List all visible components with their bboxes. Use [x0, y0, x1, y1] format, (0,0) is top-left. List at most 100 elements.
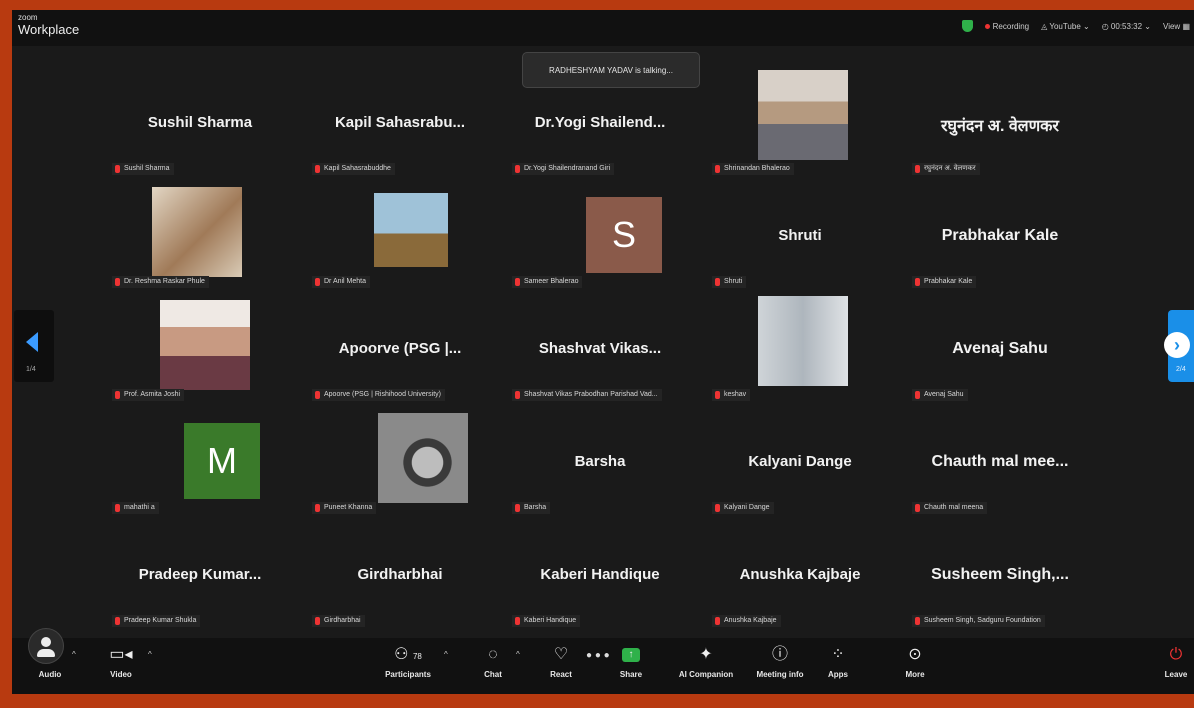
participant-name-label: Prof. Asmita Joshi	[112, 389, 185, 401]
participant-name-label: Chauth mal meena	[912, 502, 988, 514]
participant-tile[interactable]: keshav	[700, 296, 900, 410]
participant-tile[interactable]: Shashvat Vikas... Shashvat Vikas Prabodha…	[500, 298, 700, 410]
shield-icon[interactable]	[961, 20, 973, 32]
more-icon: ⊙	[908, 646, 922, 663]
participant-tile[interactable]: Susheem Singh,... Susheem Singh, Sadguru …	[900, 524, 1100, 636]
participant-photo	[758, 296, 848, 386]
share-button[interactable]: ↑ Share	[616, 644, 646, 679]
participant-name-label: Sushil Sharma	[112, 163, 174, 175]
participant-name-label: Dr Anil Mehta	[312, 276, 371, 288]
next-page-indicator: 2/4	[1176, 366, 1186, 373]
participant-photo	[378, 413, 468, 503]
participant-initial-avatar: S	[586, 197, 662, 273]
participant-tile[interactable]: Prabhakar Kale Prabhakar Kale	[900, 185, 1100, 297]
participant-display-name: Susheem Singh,...	[931, 566, 1069, 583]
heart-icon: ♡	[553, 646, 569, 663]
clock-icon: ◴	[1101, 21, 1111, 31]
participant-display-name: Anushka Kajbaje	[739, 566, 861, 583]
recording-status[interactable]: Recording	[984, 22, 1029, 31]
participant-tile[interactable]: Apoorve (PSG |... Apoorve (PSG | Rishihoo…	[300, 298, 500, 410]
share-icon: ↑	[622, 648, 640, 662]
participant-tile[interactable]: Mmahathi a	[100, 411, 300, 523]
participant-display-name: रघुनंदन अ. वेलणकर	[941, 118, 1059, 135]
top-controls: Recording ◬ YouTube ⌄ ◴ 00:53:32 ⌄ View …	[961, 20, 1190, 32]
previous-page-button[interactable]: 1/4	[14, 310, 54, 382]
video-button[interactable]: ▭◂ Video	[104, 644, 138, 679]
participant-display-name: Prabhakar Kale	[941, 227, 1059, 244]
participant-tile[interactable]: Kaberi Handique Kaberi Handique	[500, 524, 700, 636]
participant-tile[interactable]: Anushka Kajbaje Anushka Kajbaje	[700, 524, 900, 636]
participant-display-name: Kaberi Handique	[540, 566, 660, 583]
audio-options-caret[interactable]: ^	[72, 650, 76, 659]
record-dot-icon	[984, 23, 990, 29]
participant-name-label: Anushka Kajbaje	[712, 615, 781, 627]
participants-button[interactable]: ⚇ 78 Participants	[378, 644, 438, 679]
participant-tile[interactable]: Kalyani Dange Kalyani Dange	[700, 411, 900, 523]
participant-display-name: Shashvat Vikas...	[538, 340, 662, 357]
participant-name-label: Pradeep Kumar Shukla	[112, 615, 201, 627]
leave-icon: ⏻	[1169, 646, 1183, 663]
brand-name: Workplace	[18, 22, 80, 37]
participant-name-label: Shrinandan Bhalerao	[712, 163, 794, 175]
user-icon	[41, 637, 51, 647]
camera-icon: ▭◂	[109, 646, 133, 663]
participant-photo	[152, 187, 242, 277]
participant-tile[interactable]: Dr. Reshma Raskar Phule	[100, 185, 300, 297]
participants-icon: ⚇	[394, 646, 409, 663]
participant-name-label: Shruti	[712, 276, 747, 288]
leave-button[interactable]: ⏻ Leave	[1162, 644, 1190, 679]
brand-small: zoom	[18, 13, 38, 22]
participant-tile[interactable]: S Sameer Bhalerao	[500, 185, 700, 297]
ai-companion-button[interactable]: ✦ AI Companion	[674, 644, 738, 679]
next-page-button[interactable]: › 2/4	[1164, 310, 1194, 382]
chat-options-caret[interactable]: ^	[516, 650, 520, 659]
participant-tile[interactable]: Shrinandan Bhalerao	[700, 70, 900, 184]
more-button[interactable]: ⊙ More	[900, 644, 930, 679]
participants-icon-wrap: ⚇ 78	[378, 644, 438, 666]
participant-display-name: Shruti	[778, 227, 822, 244]
participant-tile[interactable]: Sushil Sharma Sushil Sharma	[100, 72, 300, 184]
participant-name-label: Dr.Yogi Shailendranand Giri	[512, 163, 615, 175]
participant-display-name: Kalyani Dange	[748, 453, 852, 470]
participant-display-name: Sushil Sharma	[147, 114, 253, 131]
page-indicator: 1/4	[26, 366, 36, 373]
video-options-caret[interactable]: ^	[148, 650, 152, 659]
live-stream-button[interactable]: ◬ YouTube ⌄	[1041, 22, 1090, 31]
apps-icon: ⁘	[831, 646, 845, 663]
participant-tile[interactable]: Dr Anil Mehta	[300, 185, 500, 297]
react-button[interactable]: ♡ React	[544, 644, 578, 679]
participant-name-label: Kapil Sahasrabuddhe	[312, 163, 395, 175]
grid-icon: ▦	[1182, 21, 1190, 31]
zoom-window: zoom Workplace Recording ◬ YouTube ⌄ ◴ 0…	[12, 10, 1194, 694]
gallery-grid: Sushil Sharma Sushil Sharma Kapil Sahasrab…	[100, 70, 1110, 636]
arrow-left-icon	[26, 332, 38, 352]
avatar[interactable]	[28, 628, 64, 664]
view-button[interactable]: View ▦	[1163, 22, 1190, 31]
participant-tile[interactable]: Puneet Khanna	[300, 411, 500, 523]
participant-tile[interactable]: Pradeep Kumar... Pradeep Kumar Shukla	[100, 524, 300, 636]
participant-tile[interactable]: Chauth mal mee... Chauth mal meena	[900, 411, 1100, 523]
participant-name-label: Avenaj Sahu	[912, 389, 968, 401]
participant-display-name: Pradeep Kumar...	[138, 566, 262, 583]
participant-tile[interactable]: रघुनंदन अ. वेलणकर रघुनंदन अ. वेलणकर	[900, 72, 1100, 184]
participant-name-label: Barsha	[512, 502, 551, 514]
apps-button[interactable]: ⁘ Apps	[824, 644, 852, 679]
participant-tile[interactable]: Kapil Sahasrabu... Kapil Sahasrabuddhe	[300, 72, 500, 184]
participant-tile[interactable]: Avenaj Sahu Avenaj Sahu	[900, 298, 1100, 410]
participant-tile[interactable]: Girdharbhai Girdharbhai	[300, 524, 500, 636]
participant-tile[interactable]: Dr.Yogi Shailend... Dr.Yogi Shailendranan…	[500, 72, 700, 184]
chat-button[interactable]: ◌ Chat	[478, 644, 508, 679]
participants-options-caret[interactable]: ^	[444, 650, 448, 659]
chevron-right-icon: ›	[1164, 332, 1190, 358]
participant-name-label: Kalyani Dange	[712, 502, 774, 514]
participant-display-name: Chauth mal mee...	[931, 453, 1069, 470]
meeting-timer[interactable]: ◴ 00:53:32 ⌄	[1102, 22, 1151, 31]
meeting-info-button[interactable]: ⓘ Meeting info	[750, 644, 810, 679]
participant-tile[interactable]: Barsha Barsha	[500, 411, 700, 523]
participant-name-label: Kaberi Handique	[512, 615, 581, 627]
participant-display-name: Dr.Yogi Shailend...	[534, 114, 666, 131]
participant-tile[interactable]: Prof. Asmita Joshi	[100, 298, 300, 410]
participant-display-name: Kapil Sahasrabu...	[334, 114, 466, 131]
participant-tile[interactable]: Shruti Shruti	[700, 185, 900, 297]
meeting-toolbar: Audio ^ ▭◂ Video ^ ⚇ 78 Participants ^ ◌…	[12, 628, 1194, 694]
